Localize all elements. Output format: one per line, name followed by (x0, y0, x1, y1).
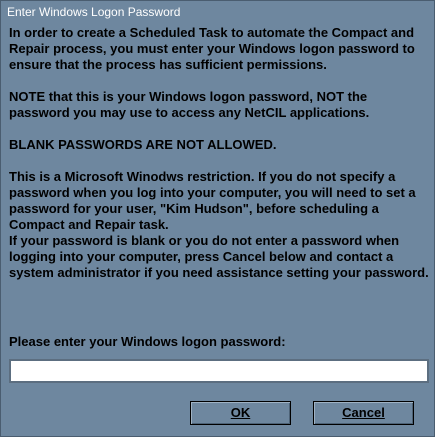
cancel-button[interactable]: Cancel (313, 401, 414, 425)
message-body: In order to create a Scheduled Task to a… (9, 25, 429, 281)
message-paragraph-note: NOTE that this is your Windows logon pas… (9, 89, 370, 120)
logon-password-dialog: Enter Windows Logon Password In order to… (0, 0, 435, 437)
message-paragraph-restriction: This is a Microsoft Winodws restriction.… (9, 169, 416, 232)
message-paragraph-cancel-instructions: If your password is blank or you do not … (9, 233, 429, 280)
message-paragraph-permissions: In order to create a Scheduled Task to a… (9, 25, 415, 72)
password-input[interactable] (9, 359, 429, 383)
message-paragraph-blank-warning: BLANK PASSWORDS ARE NOT ALLOWED. (9, 137, 277, 152)
dialog-title: Enter Windows Logon Password (1, 1, 434, 23)
ok-button[interactable]: OK (190, 401, 291, 425)
password-prompt-label: Please enter your Windows logon password… (9, 334, 286, 349)
